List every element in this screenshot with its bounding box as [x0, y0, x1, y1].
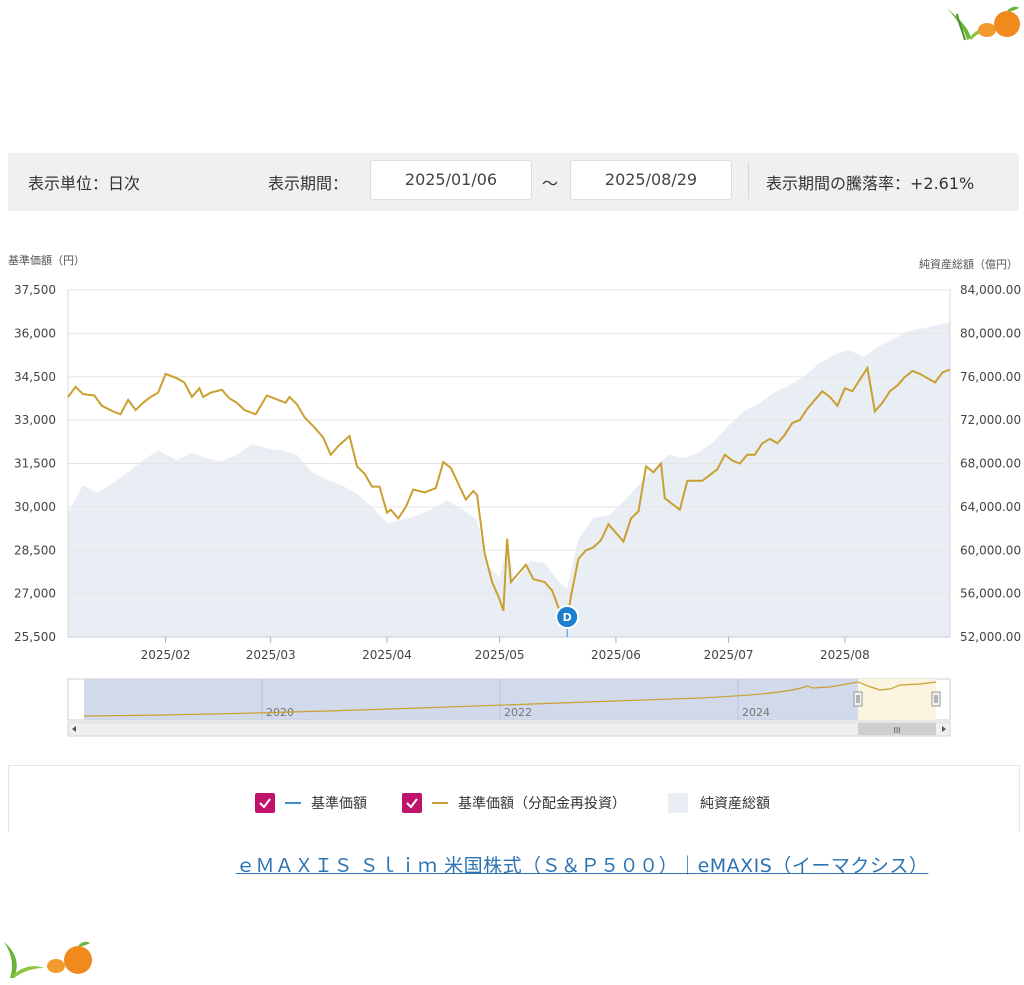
x-tick-label: 2025/02 — [141, 648, 191, 662]
y-left-tick-label: 37,500 — [14, 283, 56, 297]
legend-item-net-assets[interactable]: 純資産総額 — [668, 793, 770, 813]
handle-body — [853, 691, 863, 707]
navigator-year-label: 2022 — [504, 706, 532, 719]
legend-label: 基準価額（分配金再投資） — [458, 796, 626, 812]
y-right-tick-label: 56,000.00 — [960, 587, 1021, 601]
y-right-tick-label: 84,000.00 — [960, 283, 1021, 297]
legend-item-nav-reinvest[interactable]: 基準価額（分配金再投資） — [402, 793, 626, 813]
fund-page-link[interactable]: ｅＭＡＸＩＳ Ｓｌｉｍ 米国株式（Ｓ＆Ｐ５００）｜eMAXIS（イーマクシス） — [236, 851, 928, 878]
y-left-tick-label: 31,500 — [14, 457, 56, 471]
navigator-handle[interactable] — [853, 691, 863, 707]
y-right-tick-label: 76,000.00 — [960, 370, 1021, 384]
scrollbar-grip-icon: III — [893, 726, 900, 735]
display-period-label: 表示期間： — [268, 174, 349, 193]
navigator-selection — [858, 679, 936, 720]
x-tick-label: 2025/07 — [704, 648, 754, 662]
legend-line-gold — [432, 802, 448, 804]
price-chart[interactable]: 37,500 36,000 34,500 33,000 31,500 30,000 28,5… — [0, 240, 1024, 740]
end-date-input[interactable]: 2025/08/29 — [570, 160, 732, 200]
period-change-rate: 表示期間の騰落率：+2.61% — [766, 174, 975, 193]
legend-area-swatch — [668, 793, 688, 813]
navigator-year-label: 2024 — [742, 706, 770, 719]
divider — [748, 163, 749, 199]
y-left-tick-label: 34,500 — [14, 370, 56, 384]
checkbox-checked-icon[interactable] — [255, 793, 275, 813]
y-left-tick-label: 25,500 — [14, 630, 56, 644]
leaf-orange-decoration-icon — [947, 6, 1020, 41]
y-left-tick-label: 36,000 — [14, 326, 56, 340]
checkbox-checked-icon[interactable] — [402, 793, 422, 813]
leaf-orange-decoration-icon — [4, 941, 92, 978]
y-right-tick-label: 72,000.00 — [960, 413, 1021, 427]
net-assets-area — [68, 322, 950, 637]
range-separator: ～ — [542, 174, 559, 193]
y-right-tick-label: 68,000.00 — [960, 457, 1021, 471]
x-tick-label: 2025/06 — [591, 648, 641, 662]
x-tick-label: 2025/08 — [820, 648, 870, 662]
y-right-axis-label: 純資産総額（億円） — [919, 257, 1018, 271]
chart-legend: 基準価額 基準価額（分配金再投資） 純資産総額 — [8, 765, 1020, 832]
x-tick-label: 2025/05 — [475, 648, 525, 662]
handle-body — [931, 691, 941, 707]
y-left-axis-label: 基準価額（円） — [8, 253, 85, 267]
y-right-tick-label: 80,000.00 — [960, 326, 1021, 340]
y-left-tick-label: 28,500 — [14, 543, 56, 557]
annotation-label: D — [563, 611, 572, 624]
scrollbar-track — [67, 721, 951, 737]
legend-item-nav[interactable]: 基準価額 — [255, 793, 367, 813]
y-right-tick-label: 52,000.00 — [960, 630, 1021, 644]
y-left-tick-label: 27,000 — [14, 587, 56, 601]
x-tick-label: 2025/04 — [362, 648, 412, 662]
y-left-tick-label: 33,000 — [14, 413, 56, 427]
legend-label: 純資産総額 — [700, 796, 770, 812]
y-right-tick-label: 60,000.00 — [960, 543, 1021, 557]
display-unit-label: 表示単位：日次 — [28, 174, 141, 193]
y-left-tick-label: 30,000 — [14, 500, 56, 514]
x-tick-label: 2025/03 — [246, 648, 296, 662]
y-right-tick-label: 64,000.00 — [960, 500, 1021, 514]
start-date-input[interactable]: 2025/01/06 — [370, 160, 532, 200]
filter-bar: 表示単位：日次 表示期間： 2025/01/06 ～ 2025/08/29 表示… — [8, 153, 1019, 211]
legend-label: 基準価額 — [311, 796, 367, 812]
navigator-handle[interactable] — [931, 691, 941, 707]
legend-line-blue — [285, 802, 301, 804]
